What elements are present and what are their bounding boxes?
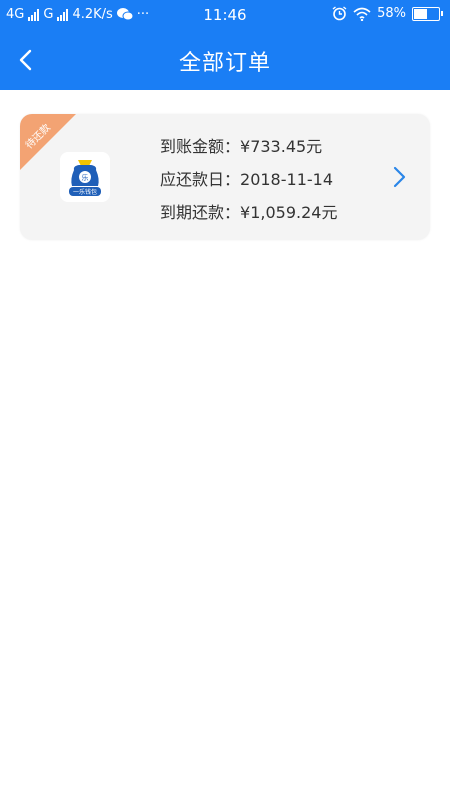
battery-percent: 58%	[377, 6, 406, 21]
wifi-icon	[353, 7, 371, 21]
svg-text:乐: 乐	[82, 173, 89, 182]
status-right: 58%	[332, 6, 443, 21]
top-bar: 4G G 4.2K/s ··· 11:46 58% 全部订单	[0, 0, 450, 90]
alarm-icon	[332, 6, 347, 21]
battery-fill	[414, 8, 428, 19]
due-amount-value: ¥1,059.24元	[240, 203, 338, 222]
due-amount-row: 到期还款：¥1,059.24元	[160, 196, 337, 229]
page-title: 全部订单	[178, 51, 271, 76]
arrival-value: ¥733.45元	[240, 137, 323, 156]
due-date-value: 2018-11-14	[240, 170, 333, 189]
order-info: 到账金额：¥733.45元 应还款日：2018-11-14 到期还款：¥1,05…	[160, 130, 337, 229]
status-bar: 4G G 4.2K/s ··· 11:46 58%	[0, 0, 450, 30]
chevron-right-icon	[393, 166, 406, 188]
logo-text: 一乐钱包	[73, 188, 97, 196]
app-logo: 乐 一乐钱包	[60, 152, 110, 202]
order-card[interactable]: 待还款 乐 一乐钱包 到账金额：¥733.45元 应还款日：2018-11-14…	[20, 114, 430, 240]
battery-icon	[412, 6, 443, 21]
due-date-label: 应还款日：	[160, 170, 241, 189]
money-bag-icon: 乐 一乐钱包	[69, 160, 101, 196]
detail-arrow[interactable]	[390, 164, 410, 190]
arrival-row: 到账金额：¥733.45元	[160, 130, 337, 163]
due-date-row: 应还款日：2018-11-14	[160, 163, 337, 196]
arrival-label: 到账金额：	[160, 137, 241, 156]
due-amount-label: 到期还款：	[160, 203, 241, 222]
nav-bar: 全部订单	[0, 30, 450, 90]
